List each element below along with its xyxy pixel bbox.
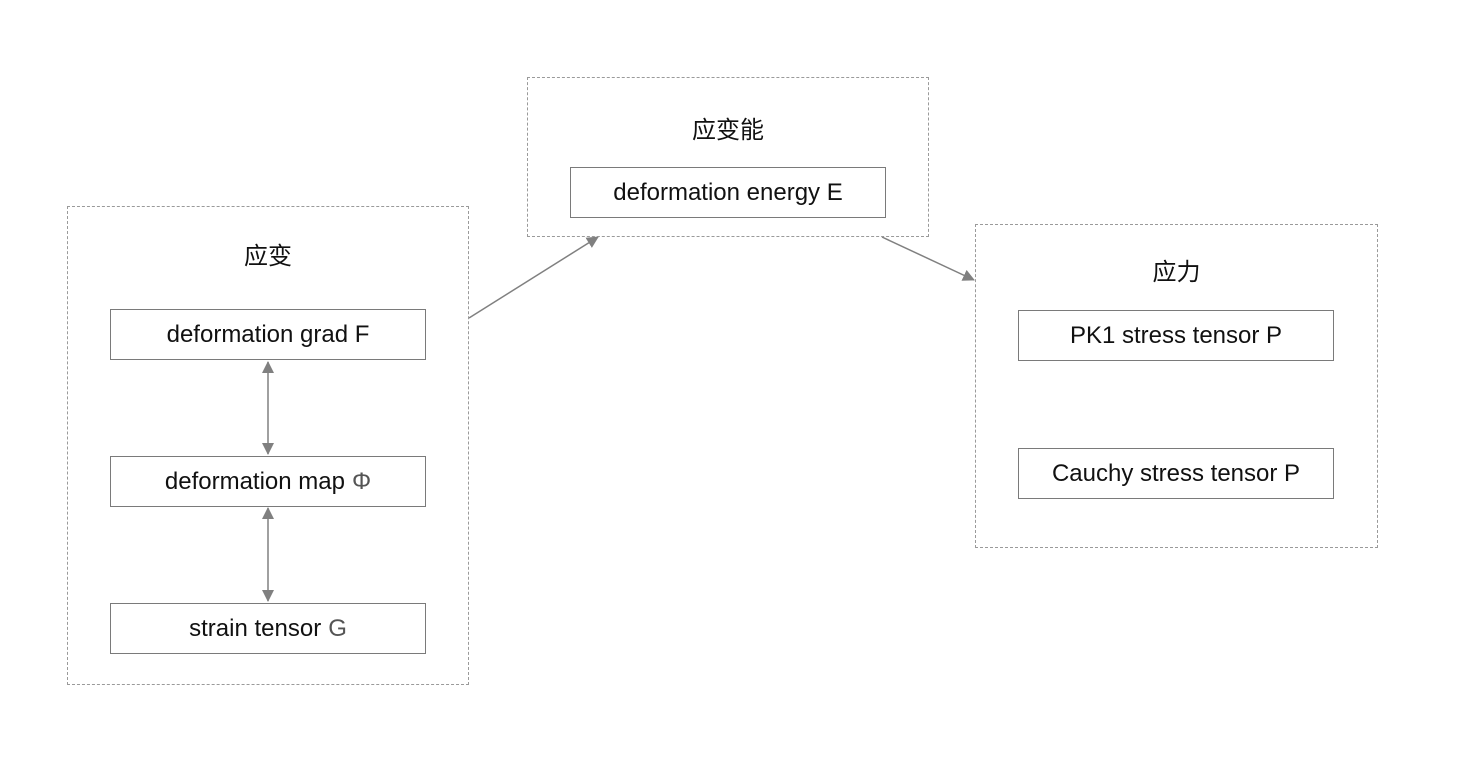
stress-group: 应力	[975, 224, 1378, 548]
strain-tensor-symbol: G	[328, 614, 347, 642]
pk1-stress-label: PK1 stress tensor P	[1069, 321, 1283, 349]
energy-group-title: 应变能	[692, 116, 764, 144]
deformation-map-symbol: Φ	[351, 467, 372, 495]
deformation-grad-node: deformation grad F	[110, 309, 426, 360]
diagram-canvas: 应变 deformation grad F deformation map Φ …	[0, 0, 1460, 760]
strain-group-title: 应变	[244, 242, 292, 270]
cauchy-stress-label: Cauchy stress tensor P	[1051, 459, 1301, 487]
edge-strain-to-energy	[468, 236, 599, 319]
deformation-grad-label: deformation grad F	[166, 320, 370, 348]
strain-tensor-label: strain tensor	[189, 614, 322, 642]
cauchy-stress-node: Cauchy stress tensor P	[1018, 448, 1334, 499]
deformation-map-label: deformation map	[164, 467, 345, 495]
deformation-energy-node: deformation energy E	[570, 167, 886, 218]
strain-tensor-node: strain tensor G	[110, 603, 426, 654]
deformation-map-node: deformation map Φ	[110, 456, 426, 507]
edge-energy-to-stress	[881, 236, 975, 281]
pk1-stress-node: PK1 stress tensor P	[1018, 310, 1334, 361]
stress-group-title: 应力	[1152, 258, 1201, 286]
deformation-energy-label: deformation energy E	[613, 178, 843, 206]
